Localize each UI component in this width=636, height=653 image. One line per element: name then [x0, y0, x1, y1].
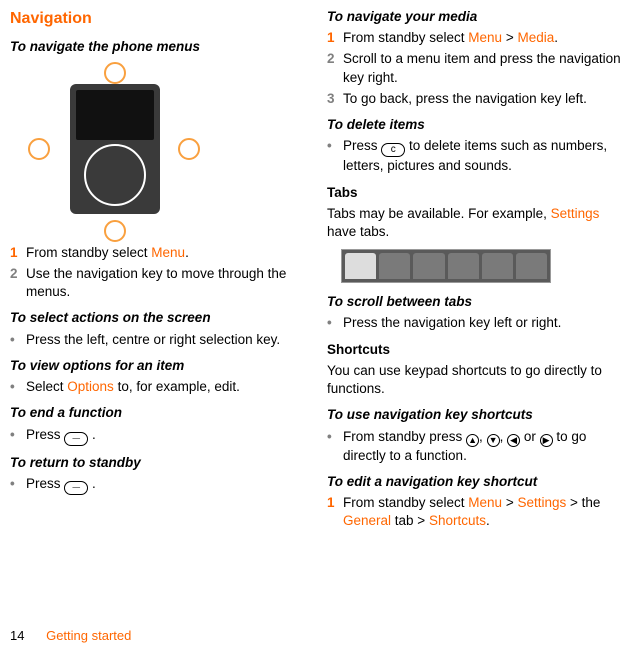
page-number: 14 [10, 628, 24, 643]
nav-up-key-icon: ▲ [466, 434, 479, 447]
phone-illustration [30, 68, 200, 228]
text: Press [26, 476, 64, 491]
step-number: 2 [10, 265, 26, 283]
subhead-use-navkey: To use navigation key shortcuts [327, 406, 626, 424]
shortcuts-body: You can use keypad shortcuts to go direc… [327, 362, 626, 398]
settings-ref: Settings [551, 206, 600, 221]
text: or [520, 429, 540, 444]
menu-ref: Menu [468, 495, 502, 510]
step-number: 3 [327, 90, 343, 108]
bullet-text: Press c to delete items such as numbers,… [343, 137, 626, 175]
step-text: Scroll to a menu item and press the navi… [343, 50, 626, 86]
step-number: 1 [327, 494, 343, 512]
nav-up-icon [104, 62, 126, 84]
general-ref: General [343, 513, 391, 528]
media-ref: Media [517, 30, 554, 45]
text: Press [343, 138, 381, 153]
bullet-icon: • [10, 475, 26, 493]
subhead-scroll-tabs: To scroll between tabs [327, 293, 626, 311]
bullet-icon: • [327, 314, 343, 332]
text: > the [566, 495, 600, 510]
subhead-return-standby: To return to standby [10, 454, 309, 472]
text: to, for example, edit. [114, 379, 240, 394]
subhead-navigate-media: To navigate your media [327, 8, 626, 26]
text: From standby select [343, 495, 468, 510]
text: From standby select [343, 30, 468, 45]
step-text: From standby select Menu. [26, 244, 309, 262]
tab-icon [482, 253, 513, 279]
text: Tabs may be available. For example, [327, 206, 551, 221]
nav-left-icon [28, 138, 50, 160]
nav-down-key-icon: ▼ [487, 434, 500, 447]
tab-icon [345, 253, 376, 279]
end-key-icon: ⏤ [64, 481, 88, 495]
tab-icon [516, 253, 547, 279]
bullet-text: Press the left, centre or right selectio… [26, 331, 309, 349]
bullet-text: Select Options to, for example, edit. [26, 378, 309, 396]
bullet-text: From standby press ▲, ▼, ◀ or ▶ to go di… [343, 428, 626, 465]
tab-icon [379, 253, 410, 279]
text: . [88, 427, 96, 442]
subhead-navigate-phone: To navigate the phone menus [10, 38, 309, 56]
step-text: From standby select Menu > Media. [343, 29, 626, 47]
section-title: Getting started [46, 628, 131, 643]
shortcuts-ref: Shortcuts [429, 513, 486, 528]
bullet-icon: • [10, 378, 26, 396]
step-text: From standby select Menu > Settings > th… [343, 494, 626, 530]
text: . [185, 245, 189, 260]
options-ref: Options [67, 379, 114, 394]
nav-right-key-icon: ▶ [540, 434, 553, 447]
nav-right-icon [178, 138, 200, 160]
subhead-select-actions: To select actions on the screen [10, 309, 309, 327]
text: , [500, 429, 508, 444]
bullet-text: Press ⏤ . [26, 426, 309, 446]
tabs-illustration [341, 249, 551, 283]
text: From standby press [343, 429, 466, 444]
subhead-edit-navkey: To edit a navigation key shortcut [327, 473, 626, 491]
text: . [554, 30, 558, 45]
text: tab > [391, 513, 429, 528]
text: > [502, 495, 517, 510]
bullet-icon: • [327, 137, 343, 155]
shortcuts-heading: Shortcuts [327, 341, 626, 359]
step-number: 2 [327, 50, 343, 68]
tabs-body: Tabs may be available. For example, Sett… [327, 205, 626, 241]
text: > [502, 30, 517, 45]
subhead-delete-items: To delete items [327, 116, 626, 134]
nav-ring-icon [84, 144, 146, 206]
text: From standby select [26, 245, 151, 260]
heading-navigation: Navigation [10, 8, 309, 30]
bullet-icon: • [10, 331, 26, 349]
subhead-view-options: To view options for an item [10, 357, 309, 375]
phone-screen [76, 90, 154, 140]
text: . [88, 476, 96, 491]
tabs-heading: Tabs [327, 184, 626, 202]
step-text: To go back, press the navigation key lef… [343, 90, 626, 108]
menu-ref: Menu [468, 30, 502, 45]
subhead-end-function: To end a function [10, 404, 309, 422]
text: , [479, 429, 487, 444]
text: have tabs. [327, 224, 389, 239]
step-number: 1 [327, 29, 343, 47]
bullet-icon: • [10, 426, 26, 444]
tab-icon [448, 253, 479, 279]
step-text: Use the navigation key to move through t… [26, 265, 309, 301]
step-number: 1 [10, 244, 26, 262]
tab-icon [413, 253, 444, 279]
text: Select [26, 379, 67, 394]
nav-down-icon [104, 220, 126, 242]
nav-left-key-icon: ◀ [507, 434, 520, 447]
phone-body [70, 84, 160, 214]
bullet-text: Press ⏤ . [26, 475, 309, 495]
text: Press [26, 427, 64, 442]
bullet-text: Press the navigation key left or right. [343, 314, 626, 332]
c-key-icon: c [381, 143, 405, 157]
menu-ref: Menu [151, 245, 185, 260]
settings-ref: Settings [517, 495, 566, 510]
bullet-icon: • [327, 428, 343, 446]
text: . [486, 513, 490, 528]
end-key-icon: ⏤ [64, 432, 88, 446]
footer: 14 Getting started [10, 627, 131, 645]
